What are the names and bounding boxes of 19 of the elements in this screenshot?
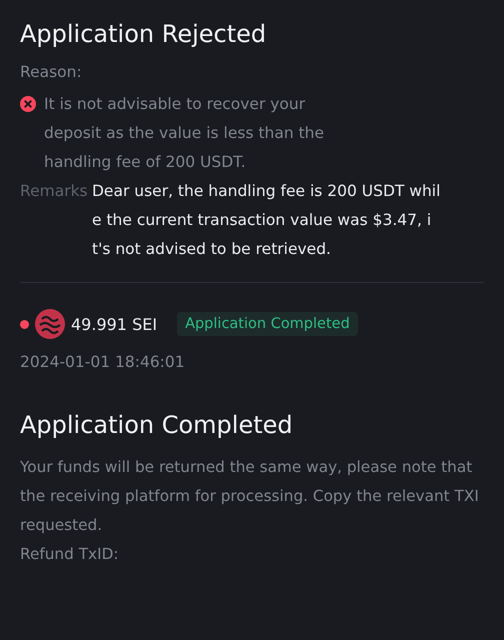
coin-icon xyxy=(35,309,65,339)
remarks-text: e the current transaction value was $3.47, i xyxy=(92,210,432,231)
amount-text: 49.991 SEI xyxy=(71,314,158,334)
reason-label: Reason: xyxy=(20,62,83,83)
reason-text: deposit as the value is less than the xyxy=(44,123,324,144)
section-title: Application Completed xyxy=(20,410,294,441)
remarks-text: t's not advised to be retrieved. xyxy=(92,239,332,260)
error-icon xyxy=(20,96,36,112)
reason-text: handling fee of 200 USDT. xyxy=(44,152,247,173)
date-text: 2024-01-01 18:46:01 xyxy=(20,353,186,371)
info-text: Refund TxID: xyxy=(20,544,120,565)
reason-text: It is not advisable to recover your xyxy=(44,94,306,115)
page-title: Application Rejected xyxy=(20,19,268,50)
info-text: the receiving platform for processing. Copy the relevant TXI xyxy=(20,486,480,507)
status-badge: Application Completed xyxy=(177,312,358,336)
remarks-label: Remarks xyxy=(20,181,89,202)
info-text: Your funds will be returned the same way, please note that xyxy=(20,457,474,478)
remarks-text: Dear user, the handling fee is 200 USDT whil xyxy=(92,181,440,202)
info-text: requested. xyxy=(20,515,104,536)
